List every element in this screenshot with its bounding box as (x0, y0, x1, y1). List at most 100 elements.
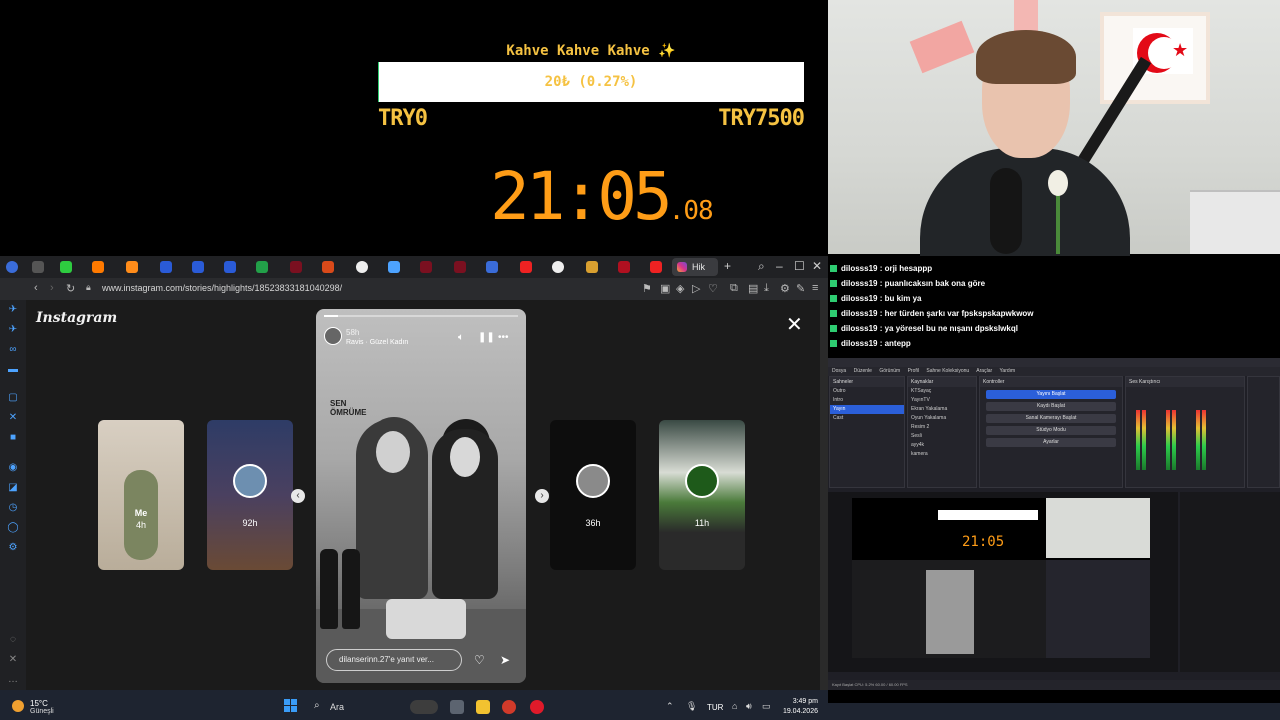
story-song[interactable]: Ravis · Güzel Kadın (346, 339, 408, 346)
instagram-logo[interactable]: Instagram (36, 310, 117, 326)
obs-source-item[interactable]: Ekran Yakalama (908, 405, 976, 414)
minimize-icon[interactable]: – (776, 259, 783, 273)
next-story-button[interactable]: › (535, 489, 549, 503)
tab-active-instagram[interactable]: Hik (672, 258, 718, 276)
tab-icon[interactable] (322, 261, 334, 273)
clock-time[interactable]: 3:49 pm (778, 698, 818, 705)
start-record-button[interactable]: Kaydı Başlat (986, 402, 1116, 411)
prev-story-button[interactable]: ‹ (291, 489, 305, 503)
mic-icon[interactable]: 🎙︎ (686, 701, 697, 712)
tab-icon[interactable] (224, 261, 236, 273)
shield-icon[interactable]: ◈ (676, 282, 684, 295)
obs-menu-item[interactable]: Profil (908, 368, 919, 374)
pause-icon[interactable]: ❚❚ (478, 332, 495, 343)
reload-icon[interactable]: ↻ (66, 282, 75, 295)
sidebar-icon[interactable]: ◪ (7, 482, 19, 494)
obs-menu-item[interactable]: Araçlar (976, 368, 992, 374)
tab-icon[interactable] (520, 261, 532, 273)
wallet-icon[interactable]: ▤ (748, 282, 758, 295)
tab-icon[interactable] (256, 261, 268, 273)
tab-icon[interactable] (32, 261, 44, 273)
close-window-icon[interactable]: ✕ (812, 259, 822, 273)
obs-menu-item[interactable]: Sahne Koleksiyonu (926, 368, 969, 374)
obs-menu-item[interactable]: Dosya (832, 368, 846, 374)
sidebar-icon[interactable]: ■ (7, 432, 19, 444)
obs-source-item[interactable]: Resim 2 (908, 423, 976, 432)
close-story-icon[interactable]: ✕ (786, 312, 803, 337)
more-icon[interactable]: ••• (498, 332, 509, 343)
tab-icon[interactable] (92, 261, 104, 273)
like-heart-icon[interactable]: ♡ (474, 653, 485, 667)
sidebar-icon[interactable]: ◷ (7, 502, 19, 514)
download-icon[interactable]: ⤓ (764, 282, 769, 295)
send-icon[interactable]: ➤ (500, 653, 510, 667)
obs-scene-item[interactable]: Intro (830, 396, 904, 405)
sidebar-settings-icon[interactable]: ⚙ (7, 542, 19, 554)
play-icon[interactable]: ▷ (692, 282, 700, 295)
story-preview-2[interactable]: 92h (207, 420, 293, 570)
taskbar-search[interactable]: Ara (330, 702, 344, 712)
tab-icon[interactable] (356, 261, 368, 273)
tab-icon[interactable] (290, 261, 302, 273)
story-viewer[interactable]: 58h Ravis · Güzel Kadın 🔈︎ ❚❚ ••• SEN ÖM… (316, 309, 526, 683)
obs-preview[interactable]: 21:05 (828, 492, 1178, 672)
language-indicator[interactable]: TUR (707, 703, 723, 712)
scrollbar[interactable] (820, 300, 828, 690)
obs-menu-item[interactable]: Düzenle (854, 368, 872, 374)
tab-icon[interactable] (60, 261, 72, 273)
bookmark-icon[interactable]: ⚑ (642, 282, 652, 295)
file-explorer-icon[interactable] (476, 700, 490, 714)
sidebar-icon[interactable]: ◉ (7, 462, 19, 474)
obs-source-item[interactable]: ayy4k (908, 441, 976, 450)
settings-button[interactable]: Ayarlar (986, 438, 1116, 447)
sidebar-icon[interactable]: ✕ (7, 654, 19, 666)
tab-icon[interactable] (420, 261, 432, 273)
taskbar-widget[interactable] (410, 700, 438, 714)
tab-icon[interactable] (650, 261, 662, 273)
volume-icon[interactable]: 🔊︎ (746, 701, 752, 712)
url-field[interactable]: www.instagram.com/stories/highlights/185… (102, 283, 342, 293)
story-preview-3[interactable]: 36h (550, 420, 636, 570)
story-reply-input[interactable]: dilanserinn.27'e yanıt ver... (326, 649, 462, 671)
story-user-avatar[interactable] (324, 327, 342, 345)
weather-desc[interactable]: Güneşli (30, 708, 54, 715)
search-tabs-icon[interactable]: ⌕ (758, 259, 765, 274)
sidebar-icon[interactable]: ◌ (7, 634, 19, 646)
back-icon[interactable]: ‹ (34, 282, 38, 294)
obs-scene-item[interactable]: Cast (830, 414, 904, 423)
settings-icon[interactable]: ⚙ (780, 282, 790, 295)
obs-source-item[interactable]: YayınTV (908, 396, 976, 405)
ai-icon[interactable]: ✎ (796, 282, 805, 295)
browser-logo-icon[interactable] (6, 261, 18, 273)
task-view-icon[interactable] (450, 700, 464, 714)
sidebar-icon[interactable]: ◯ (7, 522, 19, 534)
weather-sun-icon[interactable] (12, 700, 24, 712)
heart-icon[interactable]: ♡ (708, 282, 718, 295)
maximize-icon[interactable]: ☐ (794, 259, 805, 273)
opera-app-icon[interactable] (530, 700, 544, 714)
sidebar-icon[interactable]: ✈ (7, 324, 19, 336)
sidebar-icon[interactable]: ∞ (7, 344, 19, 356)
studio-mode-button[interactable]: Stüdyo Modu (986, 426, 1116, 435)
obs-source-item[interactable]: Oyun Yakalama (908, 414, 976, 423)
sidebar-icon[interactable]: ✈ (7, 304, 19, 316)
obs-scene-item-selected[interactable]: Yayın (830, 405, 904, 414)
obs-source-item[interactable]: KTSayaç (908, 387, 976, 396)
tab-icon[interactable] (192, 261, 204, 273)
story-preview-4[interactable]: 11h (659, 420, 745, 570)
obs-source-item[interactable]: kamera (908, 450, 976, 459)
sidebar-icon[interactable]: ▢ (7, 392, 19, 404)
browser-app-icon[interactable] (502, 700, 516, 714)
start-button[interactable] (284, 699, 298, 713)
tab-icon[interactable] (586, 261, 598, 273)
weather-temp[interactable]: 15°C (30, 699, 48, 708)
battery-icon[interactable]: ▭ (762, 701, 771, 712)
start-stream-button[interactable]: Yayını Başlat (986, 390, 1116, 399)
tab-icon[interactable] (454, 261, 466, 273)
tray-chevron-icon[interactable]: ⌃ (666, 701, 674, 712)
tab-icon[interactable] (388, 261, 400, 273)
sidebar-more-icon[interactable]: … (7, 674, 19, 686)
tab-icon[interactable] (552, 261, 564, 273)
obs-menu-item[interactable]: Görünüm (879, 368, 900, 374)
mute-icon[interactable]: 🔈︎ (458, 332, 464, 343)
